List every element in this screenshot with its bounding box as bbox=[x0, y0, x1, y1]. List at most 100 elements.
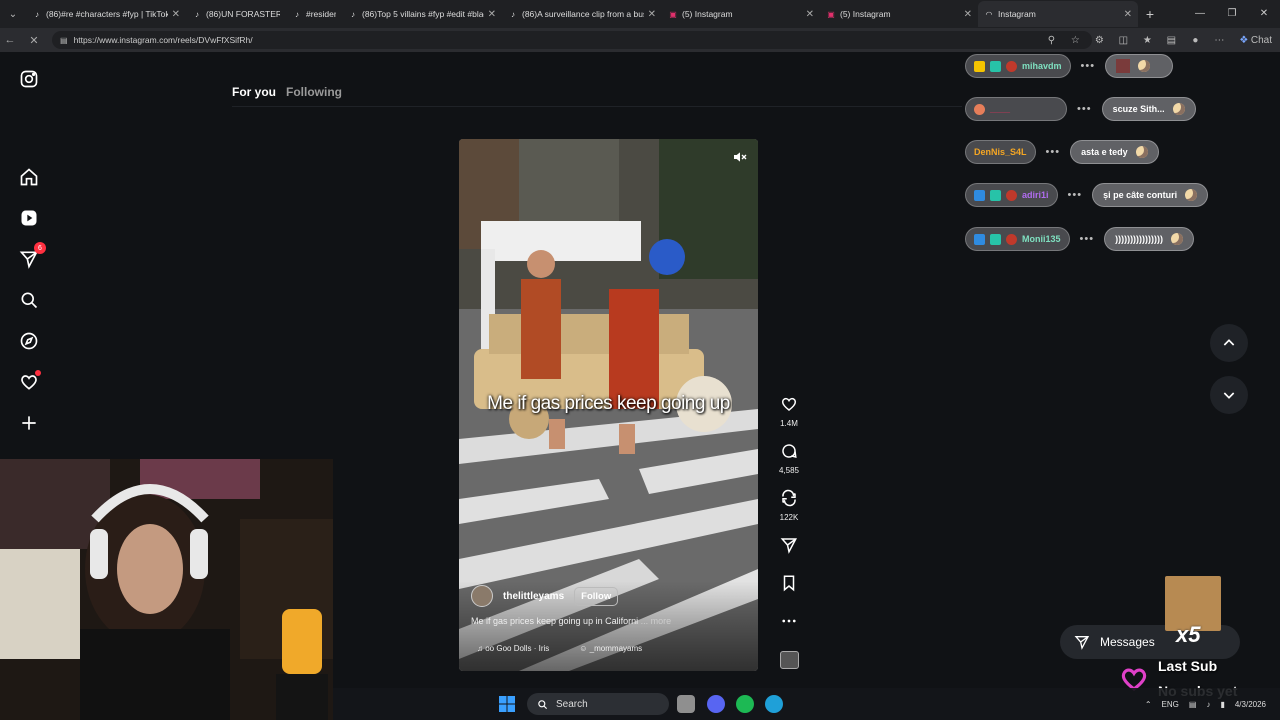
tab-for-you[interactable]: For you bbox=[232, 85, 276, 99]
search-icon bbox=[538, 699, 548, 709]
new-tab-icon[interactable]: + bbox=[1138, 6, 1162, 22]
close-tab-icon[interactable]: ✕ bbox=[964, 9, 972, 20]
split-screen-icon[interactable]: ◫ bbox=[1111, 35, 1135, 46]
browser-tab[interactable]: ▣ (5) Instagram ✕ bbox=[820, 1, 978, 27]
windows-start-icon[interactable] bbox=[499, 696, 515, 712]
browser-tab[interactable]: ▣ (5) Instagram ✕ bbox=[662, 1, 820, 27]
paper-plane-icon bbox=[1074, 636, 1090, 650]
favorites-icon[interactable]: ★ bbox=[1135, 35, 1159, 46]
reel-description-text: Me if gas prices keep going up in Califo… bbox=[471, 616, 639, 626]
address-bar[interactable]: ▤ https://www.instagram.com/reels/DVwFfX… bbox=[52, 31, 1092, 49]
more-options-icon[interactable]: ⋯ bbox=[1207, 35, 1231, 46]
bookmark-icon bbox=[783, 575, 795, 592]
site-info-icon[interactable]: ▤ bbox=[60, 36, 68, 45]
stop-loading-icon[interactable]: ✕ bbox=[24, 34, 44, 47]
reel-description: Me if gas prices keep going up in Califo… bbox=[471, 616, 746, 626]
more-link[interactable]: ... more bbox=[641, 616, 672, 626]
home-icon[interactable] bbox=[18, 166, 40, 188]
share-action[interactable] bbox=[776, 536, 802, 559]
audio-track[interactable]: ♫ oo Goo Dolls · Iris bbox=[477, 644, 549, 653]
close-tab-icon[interactable]: ✕ bbox=[648, 9, 656, 20]
network-icon[interactable]: ▤ bbox=[1189, 700, 1197, 709]
author-username[interactable]: thelittleyams bbox=[503, 591, 564, 602]
chat-separator-icon: ••• bbox=[1045, 146, 1061, 158]
tiktok-icon: ♪ bbox=[295, 9, 299, 19]
zoom-icon[interactable]: ⚲ bbox=[1039, 35, 1063, 46]
language-indicator[interactable]: ENG bbox=[1162, 700, 1179, 709]
save-action[interactable] bbox=[776, 574, 802, 597]
author-avatar[interactable] bbox=[471, 585, 493, 607]
tab-actions-chevron-icon[interactable]: ⌄ bbox=[0, 0, 26, 28]
direct-messages-icon[interactable]: 6 bbox=[18, 242, 46, 270]
moon-icon bbox=[1185, 189, 1198, 201]
browser-tab[interactable]: ♪ (86)Top 5 villains #fyp #edit #black ✕ bbox=[342, 1, 502, 27]
volume-icon[interactable]: ♪ bbox=[1206, 700, 1210, 709]
minimize-icon[interactable]: — bbox=[1184, 0, 1216, 28]
collaborator[interactable]: ☺ _mommayams bbox=[579, 644, 642, 653]
follow-button[interactable]: Follow bbox=[574, 586, 619, 606]
prime-badge-icon bbox=[974, 233, 985, 245]
reels-icon[interactable] bbox=[18, 207, 40, 229]
instagram-sidebar: 6 bbox=[0, 52, 58, 472]
back-icon[interactable]: ← bbox=[0, 34, 20, 46]
music-note-icon: ♫ bbox=[477, 644, 483, 653]
tiktok-icon: ♪ bbox=[351, 9, 355, 19]
create-plus-icon[interactable] bbox=[18, 412, 40, 434]
close-tab-icon[interactable]: ✕ bbox=[1124, 9, 1132, 20]
battery-icon[interactable]: ▮ bbox=[1220, 700, 1224, 709]
reel-video[interactable]: Me if gas prices keep going up thelittle… bbox=[459, 139, 758, 671]
discord-icon[interactable] bbox=[707, 695, 725, 713]
browser-tab-active[interactable]: ◠ Instagram ✕ bbox=[978, 1, 1138, 27]
comment-action[interactable]: 4,585 bbox=[776, 442, 802, 475]
notifications-heart-icon[interactable] bbox=[18, 370, 41, 393]
favorite-star-icon[interactable]: ☆ bbox=[1063, 35, 1087, 46]
repost-action[interactable]: 122K bbox=[776, 489, 802, 522]
browser-tab[interactable]: ♪ #resident bbox=[286, 1, 342, 27]
like-action[interactable]: 1.4M bbox=[776, 395, 802, 428]
reel-audio-info: ♫ oo Goo Dolls · Iris ☺ _mommayams bbox=[477, 644, 642, 653]
chat-message-bubble: și pe câte conturi bbox=[1092, 183, 1209, 207]
profile-avatar[interactable]: ● bbox=[1183, 35, 1207, 46]
verified-badge-icon bbox=[990, 189, 1001, 201]
chat-message-bubble: )))))))))))))))) bbox=[1104, 227, 1195, 251]
webcam-frame bbox=[0, 459, 333, 720]
close-tab-icon[interactable]: ✕ bbox=[488, 9, 496, 20]
instagram-logo-icon[interactable] bbox=[18, 68, 40, 90]
chat-message-text: )))))))))))))))) bbox=[1115, 234, 1164, 244]
chevron-down-icon bbox=[1223, 392, 1235, 399]
instagram-icon: ▣ bbox=[827, 9, 835, 19]
taskbar-search[interactable]: Search bbox=[527, 693, 669, 715]
explore-icon[interactable] bbox=[18, 330, 40, 352]
stream-chat-message: ____ ••• scuze Sith... bbox=[965, 97, 1196, 121]
task-view-icon[interactable] bbox=[677, 695, 695, 713]
next-reel-button[interactable] bbox=[1210, 376, 1248, 414]
browser-tab[interactable]: ♪ (86)A surveillance clip from a busy ✕ bbox=[502, 1, 662, 27]
tiktok-icon: ♪ bbox=[195, 9, 199, 19]
spotify-icon[interactable] bbox=[736, 695, 754, 713]
close-tab-icon[interactable]: ✕ bbox=[806, 9, 814, 20]
feed-divider bbox=[232, 106, 962, 107]
collections-icon[interactable]: ▤ bbox=[1159, 35, 1183, 46]
search-icon[interactable] bbox=[18, 289, 40, 311]
audio-thumbnail[interactable] bbox=[780, 651, 799, 669]
more-options-action[interactable] bbox=[776, 612, 802, 635]
close-window-icon[interactable]: ✕ bbox=[1248, 0, 1280, 28]
reel-overlay-text: Me if gas prices keep going up bbox=[487, 393, 730, 414]
browser-tab[interactable]: ♪ (86)#re #characters #fyp | TikTok ✕ bbox=[26, 1, 186, 27]
windows-taskbar: Search ⌃ ENG ▤ ♪ ▮ 4/3/2026 bbox=[333, 688, 1280, 720]
tray-overflow-icon[interactable]: ⌃ bbox=[1145, 700, 1152, 709]
copilot-chat-button[interactable]: ❖ Chat bbox=[1231, 35, 1280, 46]
chat-message-text: și pe câte conturi bbox=[1103, 190, 1178, 200]
muted-speaker-icon[interactable] bbox=[732, 149, 748, 165]
browser-tab[interactable]: ♪ (86)UN FORASTERO bbox=[186, 1, 286, 27]
extensions-icon[interactable]: ⚙ bbox=[1087, 35, 1111, 46]
copilot-icon: ❖ bbox=[1239, 34, 1249, 46]
close-tab-icon[interactable]: ✕ bbox=[172, 9, 180, 20]
maximize-icon[interactable]: ❐ bbox=[1216, 0, 1248, 28]
taskbar-clock[interactable]: 4/3/2026 bbox=[1235, 699, 1266, 710]
prime-badge-icon bbox=[974, 189, 985, 201]
previous-reel-button[interactable] bbox=[1210, 324, 1248, 362]
tab-following[interactable]: Following bbox=[286, 85, 342, 99]
chat-message-bubble: scuze Sith... bbox=[1101, 97, 1196, 121]
edge-browser-icon[interactable] bbox=[765, 695, 783, 713]
